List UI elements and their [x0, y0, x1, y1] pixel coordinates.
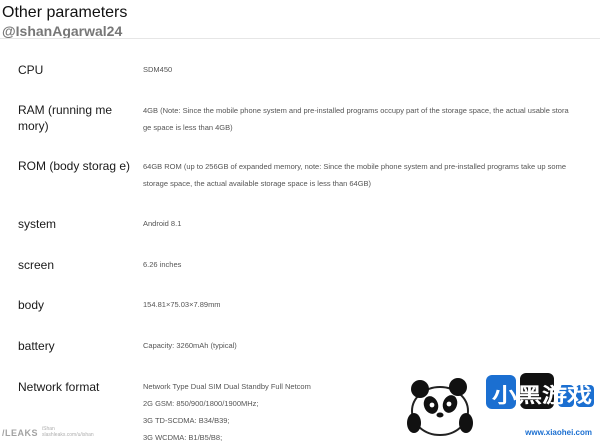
watermark-brand: /LEAKS: [2, 428, 39, 438]
param-value-line: 4GB (Note: Since the mobile phone system…: [143, 106, 569, 115]
page-title: Other parameters: [2, 4, 128, 21]
param-value: Android 8.1: [143, 215, 593, 232]
param-value: 4GB (Note: Since the mobile phone system…: [143, 102, 593, 136]
param-value-line: 6.26 inches: [143, 260, 182, 269]
watermark-site-url: www.xiaohei.com: [525, 428, 592, 437]
param-label: system: [18, 217, 57, 231]
param-value-line: SDM450: [143, 65, 173, 74]
header-divider: [0, 38, 600, 39]
param-label: screen: [18, 258, 55, 272]
xiaohei-logo-text: 小黑游戏: [486, 373, 594, 409]
watermark-url: slashleaks.com/u/ishan: [42, 432, 94, 438]
param-value: 64GB ROM (up to 256GB of expanded memory…: [143, 158, 593, 192]
param-value: SDM450: [143, 61, 593, 78]
param-label: battery: [18, 339, 55, 353]
param-label: body: [18, 298, 45, 312]
param-value: Capacity: 3260mAh (typical): [143, 337, 593, 354]
param-value: 154.81×75.03×7.89mm: [143, 296, 593, 313]
param-value-line: Android 8.1: [143, 219, 182, 228]
param-label: ROM (body storag e): [18, 159, 131, 173]
param-value-line: storage space, the actual available stor…: [143, 179, 372, 188]
param-value: 6.26 inches: [143, 256, 593, 273]
param-value-line: 64GB ROM (up to 256GB of expanded memory…: [143, 162, 566, 171]
watermark-caption: iShan slashleaks.com/u/ishan: [42, 426, 94, 438]
logo-char-small: 小黑游戏: [492, 383, 592, 407]
param-value-line: ge space is less than 4GB): [143, 123, 233, 132]
param-label: Network format: [18, 380, 100, 394]
param-label: CPU: [18, 63, 44, 77]
author-handle: @IshanAgarwal24: [2, 23, 123, 39]
param-value-line: 154.81×75.03×7.89mm: [143, 300, 221, 309]
param-value-line: Capacity: 3260mAh (typical): [143, 341, 237, 350]
xiaohei-watermark: 小黑游戏 www.xiaohei.com: [402, 371, 598, 437]
param-label: RAM (running me mory): [18, 103, 113, 133]
slashleaks-watermark: /LEAKS iShan slashleaks.com/u/ishan: [2, 426, 94, 438]
